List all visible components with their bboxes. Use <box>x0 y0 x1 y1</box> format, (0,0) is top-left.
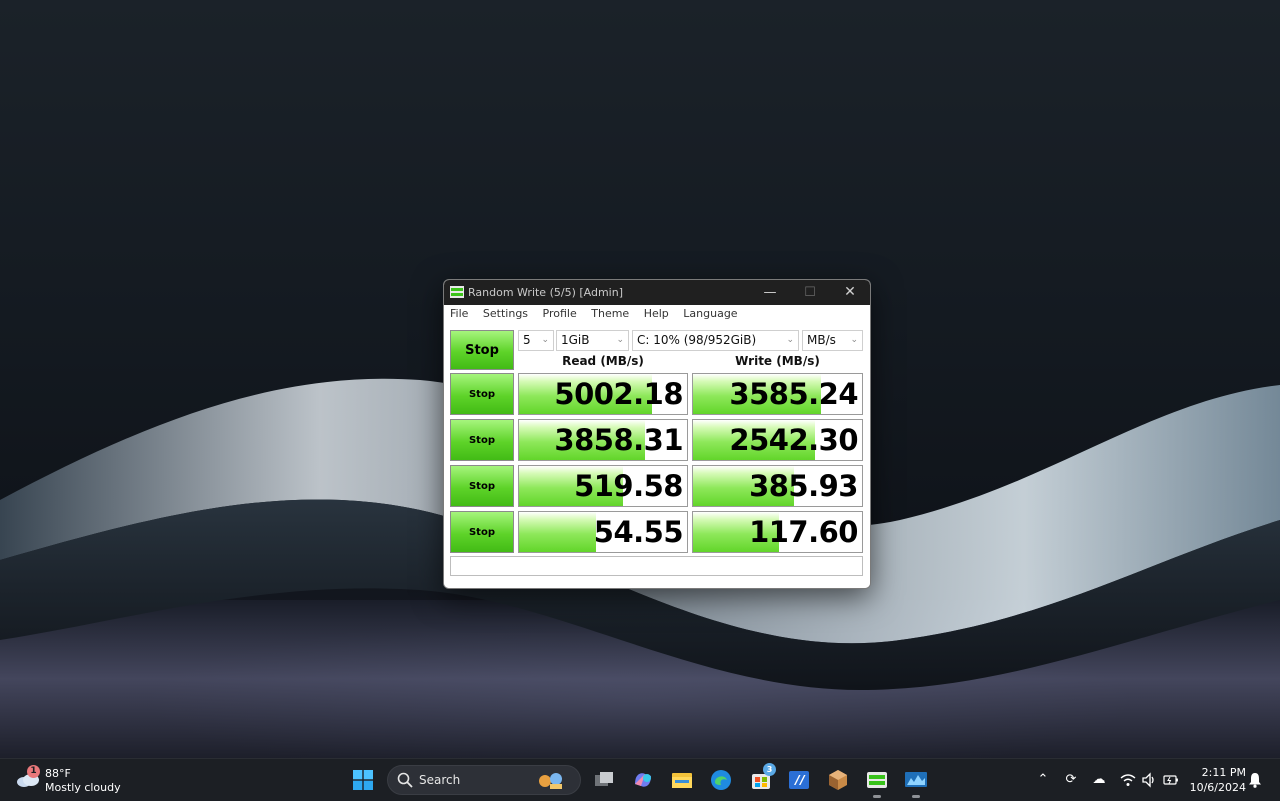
diskmark-window: Random Write (5/5) [Admin] — ☐ ✕ File Se… <box>443 279 871 589</box>
row-4-read-cell: 54.55 <box>518 511 688 553</box>
unit-value: MB/s <box>807 333 836 347</box>
test-size-select[interactable]: 1GiB ⌄ <box>556 330 629 351</box>
weather-temp: 88°F <box>45 767 71 780</box>
row-3-read-value: 519.58 <box>574 469 683 503</box>
row-3-write-value: 385.93 <box>749 469 858 503</box>
chevron-down-icon: ⌄ <box>850 335 858 345</box>
notification-bell-icon[interactable] <box>1248 772 1262 788</box>
wifi-icon[interactable] <box>1119 771 1137 789</box>
title-bar[interactable]: Random Write (5/5) [Admin] — ☐ ✕ <box>444 280 870 305</box>
row-3-read-cell: 519.58 <box>518 465 688 507</box>
volume-icon[interactable] <box>1140 771 1158 789</box>
row-1-read-value: 5002.18 <box>554 377 683 411</box>
write-column-header: Write (MB/s) <box>735 354 820 368</box>
menu-bar: File Settings Profile Theme Help Languag… <box>444 305 870 323</box>
task-view-icon[interactable] <box>592 768 616 792</box>
row-1-write-cell: 3585.24 <box>692 373 863 415</box>
row-1-stop-button[interactable]: Stop <box>450 373 514 415</box>
box-app-icon[interactable] <box>826 768 850 792</box>
search-icon <box>397 772 413 788</box>
test-count-value: 5 <box>523 333 531 347</box>
copilot-icon[interactable] <box>631 768 655 792</box>
test-size-value: 1GiB <box>561 333 590 347</box>
row-4-write-cell: 117.60 <box>692 511 863 553</box>
chevron-down-icon: ⌄ <box>541 335 549 345</box>
minimize-button[interactable]: — <box>750 280 790 305</box>
row-2-write-cell: 2542.30 <box>692 419 863 461</box>
system-clock[interactable]: 2:11 PM 10/6/2024 <box>1188 765 1246 795</box>
clock-date: 10/6/2024 <box>1189 781 1246 794</box>
running-indicator <box>873 795 881 798</box>
search-highlight-icon <box>539 773 562 789</box>
diskmark-taskbar-icon[interactable] <box>865 768 889 798</box>
clock-time: 2:11 PM <box>1201 766 1246 779</box>
status-bar <box>450 556 863 576</box>
weather-widget[interactable]: 1 88°F Mostly cloudy <box>14 765 124 795</box>
weather-condition: Mostly cloudy <box>45 781 121 794</box>
file-explorer-icon[interactable] <box>670 768 694 792</box>
row-2-write-value: 2542.30 <box>729 423 858 457</box>
weather-alert-badge: 1 <box>27 765 40 778</box>
windows-start-icon[interactable] <box>353 770 373 790</box>
menu-language[interactable]: Language <box>683 305 737 323</box>
sync-icon[interactable]: ⟳ <box>1062 771 1080 789</box>
chevron-up-icon[interactable]: ⌃ <box>1034 771 1052 789</box>
battery-icon[interactable] <box>1162 771 1180 789</box>
taskbar-search-box[interactable]: Search <box>387 765 581 795</box>
stop-all-button[interactable]: Stop <box>450 330 514 370</box>
running-indicator <box>912 795 920 798</box>
store-update-badge: 3 <box>763 763 776 776</box>
row-1-write-value: 3585.24 <box>729 377 858 411</box>
drive-value: C: 10% (98/952GiB) <box>637 333 757 347</box>
row-4-read-value: 54.55 <box>593 515 684 549</box>
window-title: Random Write (5/5) [Admin] <box>468 286 623 299</box>
menu-settings[interactable]: Settings <box>483 305 528 323</box>
row-1-read-cell: 5002.18 <box>518 373 688 415</box>
unit-select[interactable]: MB/s ⌄ <box>802 330 863 351</box>
benchmark-panel: Stop 5 ⌄ 1GiB ⌄ C: 10% (98/952GiB) ⌄ MB/… <box>444 323 870 588</box>
row-2-stop-button[interactable]: Stop <box>450 419 514 461</box>
row-4-read-bar <box>519 512 597 552</box>
row-2-read-value: 3858.31 <box>554 423 683 457</box>
menu-theme[interactable]: Theme <box>591 305 629 323</box>
test-count-select[interactable]: 5 ⌄ <box>518 330 554 351</box>
microsoft-store-icon[interactable]: 3 <box>749 763 776 792</box>
monitor-app-icon[interactable] <box>904 768 928 798</box>
menu-profile[interactable]: Profile <box>543 305 577 323</box>
drive-select[interactable]: C: 10% (98/952GiB) ⌄ <box>632 330 799 351</box>
row-4-write-value: 117.60 <box>749 515 858 549</box>
maximize-button[interactable]: ☐ <box>790 280 830 305</box>
chevron-down-icon: ⌄ <box>786 335 794 345</box>
search-label: Search <box>419 773 461 787</box>
edge-browser-icon[interactable] <box>709 768 733 792</box>
onedrive-offline-icon[interactable]: ☁ <box>1090 771 1108 789</box>
row-4-stop-button[interactable]: Stop <box>450 511 514 553</box>
vscode-like-icon[interactable] <box>787 768 811 792</box>
read-column-header: Read (MB/s) <box>562 354 644 368</box>
chevron-down-icon: ⌄ <box>616 335 624 345</box>
close-button[interactable]: ✕ <box>830 280 870 305</box>
row-3-write-cell: 385.93 <box>692 465 863 507</box>
taskbar: 1 88°F Mostly cloudy Search 3 ⌃ ⟳ ☁ 2:11… <box>0 758 1280 801</box>
app-icon <box>450 286 464 298</box>
menu-help[interactable]: Help <box>644 305 669 323</box>
row-3-stop-button[interactable]: Stop <box>450 465 514 507</box>
menu-file[interactable]: File <box>450 305 468 323</box>
row-2-read-cell: 3858.31 <box>518 419 688 461</box>
